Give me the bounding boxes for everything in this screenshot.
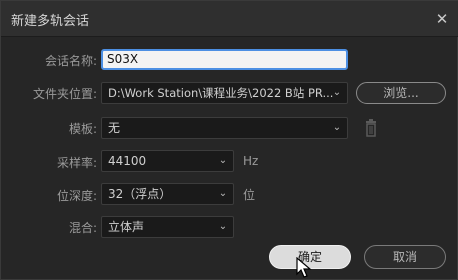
sample-rate-unit: Hz	[243, 154, 259, 168]
browse-button[interactable]: 浏览...	[356, 82, 446, 104]
folder-location-label: 文件夹位置:	[32, 87, 97, 101]
mix-value: 立体声	[108, 220, 145, 234]
chevron-down-icon: ⌄	[218, 155, 228, 166]
sample-rate-value: 44100	[108, 154, 147, 168]
chevron-down-icon: ⌄	[332, 87, 342, 98]
bit-depth-label: 位深度:	[56, 189, 97, 203]
session-name-value: S03X	[107, 52, 139, 66]
new-multitrack-session-dialog: 新建多轨会话 ✕ 会话名称: S03X 文件夹位置: D:\Work Stati…	[0, 0, 458, 280]
bit-depth-dropdown[interactable]: 32（浮点） ⌄	[101, 183, 234, 205]
mouse-cursor-icon	[296, 257, 312, 278]
folder-location-dropdown[interactable]: D:\Work Station\课程业务\2022 B站 PR... ⌄	[101, 82, 348, 104]
template-value: 无	[108, 121, 121, 135]
bit-depth-unit: 位	[243, 188, 256, 202]
bit-depth-value: 32（浮点）	[108, 187, 172, 201]
dialog-title: 新建多轨会话	[11, 14, 90, 29]
sample-rate-dropdown[interactable]: 44100 ⌄	[101, 150, 234, 172]
chevron-down-icon: ⌄	[332, 122, 342, 133]
title-bar: 新建多轨会话 ✕	[1, 1, 458, 37]
sample-rate-label: 采样率:	[56, 156, 97, 170]
folder-location-value: D:\Work Station\课程业务\2022 B站 PR...	[108, 86, 334, 100]
trash-icon[interactable]	[363, 119, 379, 137]
session-name-label: 会话名称:	[44, 54, 97, 68]
chevron-down-icon: ⌄	[218, 221, 228, 232]
session-name-input[interactable]: S03X	[101, 49, 348, 70]
chevron-down-icon: ⌄	[218, 188, 228, 199]
close-icon[interactable]: ✕	[433, 10, 451, 28]
template-dropdown[interactable]: 无 ⌄	[101, 117, 348, 139]
template-label: 模板:	[68, 122, 97, 136]
mix-dropdown[interactable]: 立体声 ⌄	[101, 216, 234, 238]
mix-label: 混合:	[68, 221, 97, 235]
cancel-button[interactable]: 取消	[364, 245, 446, 269]
